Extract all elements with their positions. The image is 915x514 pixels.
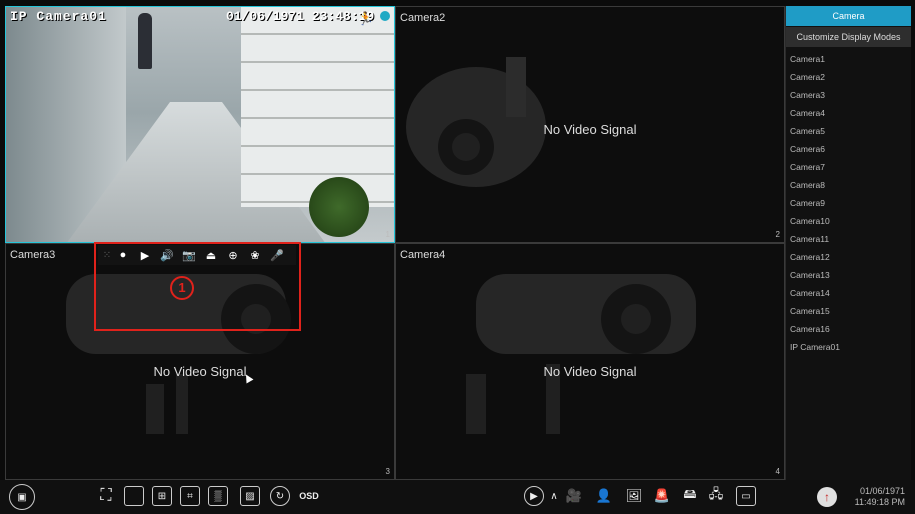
list-item[interactable]: Camera15: [786, 302, 911, 320]
camera-sidebar: Camera Customize Display Modes Camera1 C…: [785, 6, 911, 480]
disk-info-icon[interactable]: 🖴: [680, 486, 700, 506]
start-menu-icon[interactable]: ▣: [9, 484, 35, 510]
list-item[interactable]: Camera2: [786, 68, 911, 86]
layout-4-icon[interactable]: ⊞: [152, 486, 172, 506]
pane-index: 3: [385, 467, 390, 476]
system-date: 01/06/1971: [859, 486, 905, 496]
tab-camera[interactable]: Camera: [786, 6, 911, 26]
pane-index: 4: [775, 467, 780, 476]
camera-title: Camera2: [400, 12, 446, 24]
layout-pip-icon[interactable]: ▨: [240, 486, 260, 506]
list-item[interactable]: Camera4: [786, 104, 911, 122]
system-datetime: 01/06/1971 11:49:18 PM: [855, 486, 905, 508]
camera-pane-4[interactable]: Camera4 No Video Signal 4: [395, 243, 785, 480]
bottom-toolbar: ▣ ⛶ ⊞ ⌗ ▒ ▨ ↻ OSD ▶ ∧ 🎥 👤 🖼 🚨 🖴 🖧 ▭ ↑ 01…: [0, 480, 915, 514]
no-video-signal: No Video Signal: [543, 364, 637, 379]
list-item[interactable]: Camera1: [786, 50, 911, 68]
motion-icon: 🏃: [357, 11, 374, 26]
list-item[interactable]: IP Camera01: [786, 338, 911, 356]
display-output-icon[interactable]: ▭: [736, 486, 756, 506]
list-item[interactable]: Camera16: [786, 320, 911, 338]
camera-title: Camera4: [400, 249, 446, 261]
list-item[interactable]: Camera14: [786, 284, 911, 302]
video-feed: [6, 7, 394, 242]
list-item[interactable]: Camera13: [786, 266, 911, 284]
camera-list: Camera1 Camera2 Camera3 Camera4 Camera5 …: [786, 50, 911, 356]
list-item[interactable]: Camera9: [786, 194, 911, 212]
list-item[interactable]: Camera7: [786, 158, 911, 176]
snapshot-list-icon[interactable]: 🖼: [624, 486, 644, 506]
list-item[interactable]: Camera5: [786, 122, 911, 140]
fullscreen-icon[interactable]: ⛶: [96, 486, 116, 506]
camera-pane-1[interactable]: IP Camera01 01/06/1971 23:48:19 🏃 1: [5, 6, 395, 243]
cloud-upgrade-icon[interactable]: ↑: [817, 487, 837, 507]
no-video-signal: No Video Signal: [153, 364, 247, 379]
layout-16-icon[interactable]: ▒: [208, 486, 228, 506]
face-detection-icon[interactable]: 👤: [594, 486, 614, 506]
list-item[interactable]: Camera10: [786, 212, 911, 230]
list-item[interactable]: Camera12: [786, 248, 911, 266]
list-item[interactable]: Camera3: [786, 86, 911, 104]
camera-watermark-icon: [466, 274, 696, 434]
record-status-icon: [380, 11, 390, 21]
system-time: 11:49:18 PM: [854, 497, 905, 507]
pane-index: 2: [775, 230, 780, 239]
list-item[interactable]: Camera11: [786, 230, 911, 248]
osd-timestamp: 01/06/1971 23:48:19: [226, 9, 375, 24]
pane-index: 1: [385, 230, 390, 239]
manual-record-icon[interactable]: 🎥: [564, 486, 584, 506]
network-icon[interactable]: 🖧: [706, 486, 726, 506]
sequence-icon[interactable]: ↻: [270, 486, 290, 506]
layout-1-icon[interactable]: [124, 486, 144, 506]
no-video-signal: No Video Signal: [543, 122, 637, 137]
osd-camera-name: IP Camera01: [10, 9, 107, 24]
layout-9-icon[interactable]: ⌗: [180, 486, 200, 506]
playback-icon[interactable]: ▶: [524, 486, 544, 506]
annotation-number: 1: [170, 276, 194, 300]
chevron-up-icon[interactable]: ∧: [544, 486, 564, 506]
list-item[interactable]: Camera6: [786, 140, 911, 158]
camera-watermark-icon: [406, 57, 546, 187]
camera-pane-2[interactable]: Camera2 No Video Signal 2: [395, 6, 785, 243]
osd-button[interactable]: OSD: [296, 486, 322, 506]
list-item[interactable]: Camera8: [786, 176, 911, 194]
tab-customize-display-modes[interactable]: Customize Display Modes: [786, 27, 911, 47]
alarm-icon[interactable]: 🚨: [652, 486, 672, 506]
annotation-highlight-box: [94, 242, 301, 331]
camera-title: Camera3: [10, 249, 56, 261]
